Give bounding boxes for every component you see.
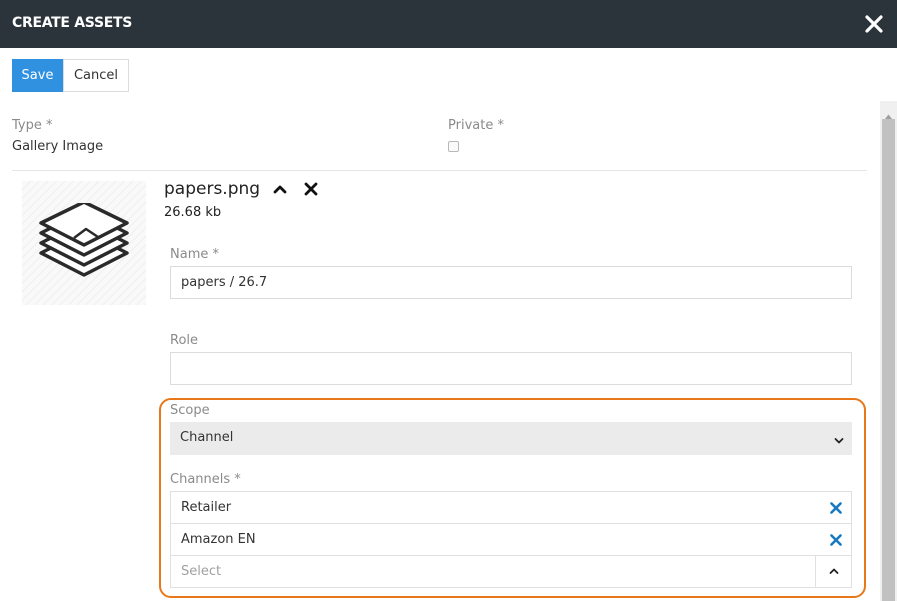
chevron-up-icon xyxy=(829,568,839,574)
remove-channel-icon[interactable] xyxy=(830,502,842,514)
private-label: Private * xyxy=(448,118,504,133)
channel-item: Amazon EN xyxy=(170,523,852,556)
type-label: Type * xyxy=(12,118,53,133)
section-divider xyxy=(12,170,867,171)
remove-file-icon[interactable] xyxy=(303,181,319,197)
file-size: 26.68 kb xyxy=(164,205,222,220)
name-label: Name * xyxy=(170,247,219,262)
role-label: Role xyxy=(170,333,199,348)
scope-selected-value: Channel xyxy=(180,430,234,445)
channels-select[interactable]: Select xyxy=(170,555,852,588)
channel-item: Retailer xyxy=(170,491,852,524)
channels-dropdown-toggle[interactable] xyxy=(815,556,851,587)
role-input[interactable] xyxy=(170,352,852,385)
papers-stack-icon xyxy=(39,203,129,277)
scope-select[interactable]: Channel xyxy=(170,422,852,455)
cancel-button[interactable]: Cancel xyxy=(63,59,129,92)
save-button[interactable]: Save xyxy=(12,59,63,92)
file-name: papers.png xyxy=(164,179,261,199)
modal-title: CREATE ASSETS xyxy=(12,15,133,31)
channel-item-label: Retailer xyxy=(181,500,232,515)
scope-label: Scope xyxy=(170,403,210,418)
name-input[interactable]: papers / 26.7 xyxy=(170,266,852,299)
file-preview xyxy=(22,181,146,305)
private-checkbox[interactable] xyxy=(448,141,459,152)
remove-channel-icon[interactable] xyxy=(830,534,842,546)
type-value: Gallery Image xyxy=(12,139,104,154)
modal-header: CREATE ASSETS xyxy=(0,0,897,48)
close-icon[interactable] xyxy=(864,14,884,34)
channels-select-placeholder: Select xyxy=(181,564,222,579)
chevron-down-icon xyxy=(834,434,844,449)
scrollbar-thumb[interactable] xyxy=(882,119,895,601)
collapse-chevron-up-icon[interactable] xyxy=(272,181,288,197)
channels-label: Channels * xyxy=(170,472,241,487)
channel-item-label: Amazon EN xyxy=(181,532,256,547)
